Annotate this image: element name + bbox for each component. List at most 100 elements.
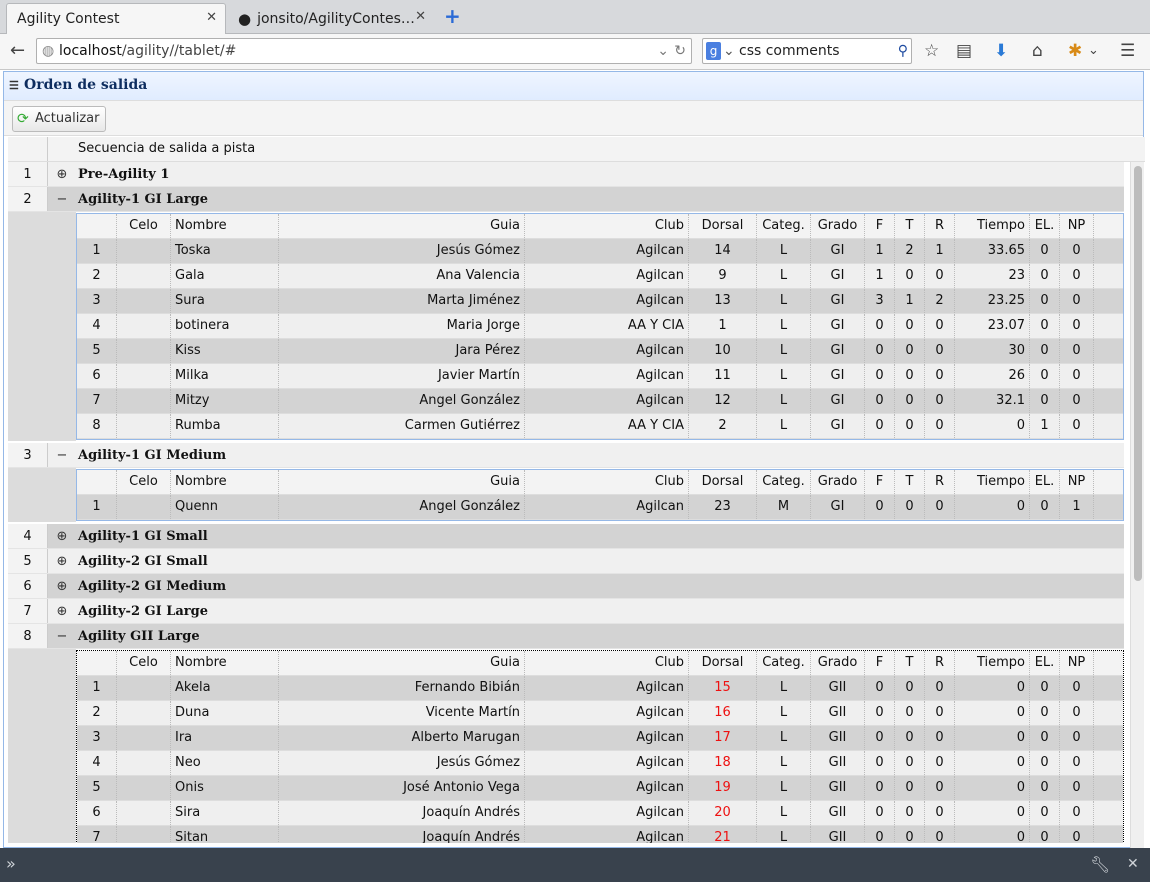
group-row[interactable]: 5 ⊕ Agility-2 GI Small [8, 549, 1124, 574]
table-row[interactable]: 5 Onis José Antonio Vega Agilcan 19 L GII 0 0 0 0 0… [77, 776, 1123, 801]
tab-github[interactable]: ● jonsito/AgilityContes… ✕ [228, 3, 434, 34]
expand-icon[interactable]: ⊕ [48, 549, 76, 573]
cell-nombre: Neo [171, 751, 279, 775]
wrench-icon[interactable]: 🔧︎ [1090, 855, 1110, 874]
scrollbar-thumb[interactable] [1134, 166, 1142, 581]
cell-el: 0 [1030, 676, 1060, 700]
group-row[interactable]: 2− Agility-1 GI Large [8, 187, 1124, 212]
expand-icon[interactable]: ⊕ [48, 574, 76, 598]
cell-dorsal: 15 [689, 676, 757, 700]
table-row[interactable]: 6 Sira Joaquín Andrés Agilcan 20 L GII 0 0 0 0 0 0 [77, 801, 1123, 826]
column-header-row-number [77, 651, 117, 675]
cell-r: 0 [925, 676, 955, 700]
cell-el: 0 [1030, 239, 1060, 263]
cell-grado: GII [811, 801, 865, 825]
collapse-icon[interactable]: − [48, 624, 76, 648]
column-header-row-number [77, 470, 117, 494]
cell-club: Agilcan [525, 389, 689, 413]
column-header-categ: Categ. [757, 470, 811, 494]
column-header-grado: Grado [811, 651, 865, 675]
search-icon[interactable]: ⚲ [898, 39, 908, 63]
download-icon[interactable]: ⬇ [994, 42, 1008, 60]
table-row[interactable]: 2 Gala Ana Valencia Agilcan 9 L GI 1 0 0 23 0 0 [77, 264, 1123, 289]
table-row[interactable]: 2 Duna Vicente Martín Agilcan 16 L GII 0 0 0 0 0 0 [77, 701, 1123, 726]
column-header-celo: Celo [117, 651, 171, 675]
column-header-np: NP [1060, 651, 1094, 675]
group-row[interactable]: 4 ⊕ Agility-1 GI Small [8, 524, 1124, 549]
cell-grado: GI [811, 314, 865, 338]
cell-tiempo: 0 [955, 676, 1030, 700]
console-prompt-icon[interactable]: » [6, 854, 16, 873]
cell-guia: Jesús Gómez [279, 239, 525, 263]
cell-club: Agilcan [525, 289, 689, 313]
group-row[interactable]: 8− Agility GII Large [8, 624, 1124, 649]
table-row[interactable]: 6 Milka Javier Martín Agilcan 11 L GI 0 0 0 26 0 0 [77, 364, 1123, 389]
table-row[interactable]: 3 Ira Alberto Marugan Agilcan 17 L GII 0 0 0 0 0 0 [77, 726, 1123, 751]
new-tab-button[interactable]: + [444, 4, 461, 28]
column-header-tiempo: Tiempo [955, 214, 1030, 238]
refresh-button[interactable]: ⟳ Actualizar [12, 106, 107, 132]
group-row[interactable]: 1 ⊕ Pre-Agility 1 [8, 162, 1124, 187]
addon-icon[interactable]: ✱ [1068, 42, 1082, 60]
cell-row-number: 6 [77, 801, 117, 825]
cell-row-number: 1 [77, 495, 117, 519]
cell-nombre: Sura [171, 289, 279, 313]
table-row[interactable]: 8 Rumba Carmen Gutiérrez AA Y CIA 2 L GI 0 0 0 0 1 0 [77, 414, 1123, 439]
cell-club: Agilcan [525, 239, 689, 263]
cell-row-number: 2 [77, 264, 117, 288]
close-icon[interactable]: ✕ [1127, 856, 1139, 872]
star-icon[interactable]: ☆ [924, 42, 939, 60]
cell-nombre: Duna [171, 701, 279, 725]
cell-grado: GII [811, 751, 865, 775]
cell-t: 0 [895, 726, 925, 750]
search-input[interactable]: g ⌄ css comments ⚲ [702, 38, 912, 64]
table-row[interactable]: 7 Sitan Joaquín Andrés Agilcan 21 L GII 0 0 0 0 0 0 [77, 826, 1123, 843]
expand-icon[interactable]: ⊕ [48, 599, 76, 623]
table-row[interactable]: 1 Quenn Angel González Agilcan 23 M GI 0 0 0 0 0 1 [77, 495, 1123, 520]
cell-r: 0 [925, 364, 955, 388]
cell-club: Agilcan [525, 364, 689, 388]
table-row[interactable]: 3 Sura Marta Jiménez Agilcan 13 L GI 3 1 2 23.25 0 0 [77, 289, 1123, 314]
cell-np: 0 [1060, 801, 1094, 825]
cell-categ: L [757, 726, 811, 750]
group-row[interactable]: 6 ⊕ Agility-2 GI Medium [8, 574, 1124, 599]
column-header-club: Club [525, 214, 689, 238]
scrollbar[interactable] [1130, 162, 1144, 849]
expand-icon[interactable]: ⊕ [48, 524, 76, 548]
chevron-down-icon[interactable]: ⌄ [657, 39, 669, 63]
tab-agility-contest[interactable]: Agility Contest ✕ [6, 3, 226, 34]
menu-icon[interactable]: ☰ [1120, 42, 1135, 60]
table-row[interactable]: 5 Kiss Jara Pérez Agilcan 10 L GI 0 0 0 30 0 0 [77, 339, 1123, 364]
close-icon[interactable]: ✕ [206, 10, 217, 25]
column-header-grado: Grado [811, 470, 865, 494]
collapse-icon[interactable]: − [48, 443, 76, 467]
close-icon[interactable]: ✕ [415, 9, 426, 24]
chevron-down-icon[interactable]: ⌄ [1088, 42, 1099, 60]
cell-row-number: 4 [77, 751, 117, 775]
cell-el: 0 [1030, 289, 1060, 313]
collapse-icon[interactable]: − [48, 187, 76, 211]
table-row[interactable]: 4 Neo Jesús Gómez Agilcan 18 L GII 0 0 0 0 0 0 [77, 751, 1123, 776]
reload-icon[interactable]: ↻ [674, 39, 686, 63]
column-header-el: EL. [1030, 214, 1060, 238]
reading-list-icon[interactable]: ▤ [956, 42, 972, 60]
table-row[interactable]: 4 botinera Maria Jorge AA Y CIA 1 L GI 0 0 0 23.07… [77, 314, 1123, 339]
cell-np: 0 [1060, 676, 1094, 700]
cell-f: 0 [865, 389, 895, 413]
chevron-down-icon[interactable]: ⌄ [723, 39, 735, 63]
url-input[interactable]: ◍ localhost/agility//tablet/# ⌄ ↻ [36, 38, 692, 64]
cell-dorsal: 16 [689, 701, 757, 725]
table-row[interactable]: 1 Akela Fernando Bibián Agilcan 15 L GII 0 0 0 0 0 0 [77, 676, 1123, 701]
table-row[interactable]: 7 Mitzy Angel González Agilcan 12 L GI 0 0 0 32.1 0… [77, 389, 1123, 414]
globe-icon: ◍ [42, 43, 55, 59]
home-icon[interactable]: ⌂ [1032, 42, 1043, 60]
expand-icon[interactable]: ⊕ [48, 162, 76, 186]
table-row[interactable]: 1 Toska Jesús Gómez Agilcan 14 L GI 1 2 1 33.65 0 0 [77, 239, 1123, 264]
group-row[interactable]: 7 ⊕ Agility-2 GI Large [8, 599, 1124, 624]
cell-f: 0 [865, 364, 895, 388]
cell-categ: L [757, 801, 811, 825]
back-icon[interactable]: ← [10, 42, 25, 60]
group-row[interactable]: 3− Agility-1 GI Medium [8, 443, 1124, 468]
order-grid: Secuencia de salida a pista 1 ⊕ Pre-Agilit… [8, 137, 1145, 843]
cell-f: 0 [865, 726, 895, 750]
